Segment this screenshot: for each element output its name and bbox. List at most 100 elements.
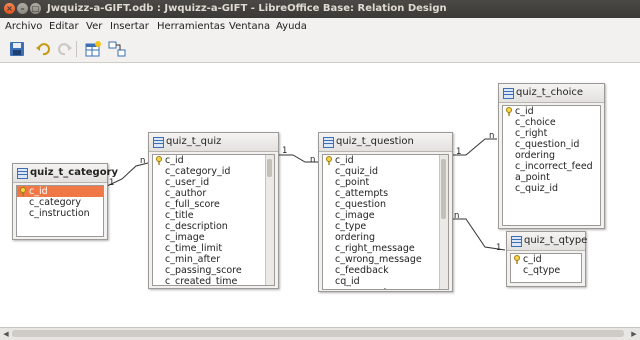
field-item[interactable]: c_time_limit	[153, 243, 222, 254]
field-item[interactable]: c_title	[153, 210, 194, 221]
table-name: quiz_t_question	[336, 136, 414, 147]
scrollbar-thumb[interactable]	[441, 159, 446, 219]
field-item[interactable]: c_id	[503, 106, 534, 117]
redo-icon[interactable]	[56, 40, 74, 58]
field-item[interactable]: c_quiz_id	[503, 183, 558, 194]
field-item[interactable]: c_wrong_message	[323, 254, 422, 265]
relation-cardinality-many: 1	[496, 243, 502, 253]
field-item-selected[interactable]: c_id	[17, 186, 103, 197]
scroll-right-icon[interactable]: ▶	[629, 329, 639, 339]
field-item[interactable]: c_description	[153, 221, 228, 232]
minimize-button[interactable]: –	[17, 3, 28, 14]
field-item[interactable]: c_point	[323, 177, 369, 188]
field-item[interactable]: c_created_time	[153, 276, 237, 285]
field-item[interactable]: c_feedback	[323, 265, 389, 276]
field-list[interactable]: c_id c_category_id c_user_id c_author c_…	[152, 154, 275, 286]
table-window-header[interactable]: quiz_t_choice	[499, 84, 604, 103]
toolbar-separator	[76, 41, 77, 57]
field-item[interactable]: c_question_id	[503, 139, 579, 150]
scrollbar-thumb[interactable]	[267, 159, 272, 177]
field-item[interactable]: c_min_after	[153, 254, 220, 265]
table-icon	[503, 88, 514, 99]
field-item[interactable]: c_author	[153, 188, 206, 199]
field-item[interactable]: cq_id	[323, 276, 360, 287]
field-item[interactable]: c_instruction	[17, 208, 90, 219]
primary-key-icon	[514, 255, 520, 264]
primary-key-icon	[156, 156, 162, 165]
relation-cardinality-many: n	[140, 156, 146, 166]
field-item[interactable]: c_id	[323, 155, 354, 166]
menu-archivo[interactable]: Archivo	[5, 21, 42, 32]
table-window-header[interactable]: quiz_t_question	[319, 133, 452, 152]
field-item[interactable]: c_image	[153, 232, 205, 243]
table-window-quiz-t-choice[interactable]: quiz_t_choice c_id c_choice c_right c_qu…	[498, 83, 605, 229]
field-list-scrollbar[interactable]	[265, 155, 274, 285]
table-window-quiz-t-question[interactable]: quiz_t_question c_id c_quiz_id c_point c…	[318, 132, 453, 292]
field-item[interactable]: ordering	[323, 232, 375, 243]
table-name: quiz_t_qtype	[524, 235, 588, 246]
field-list[interactable]: c_id c_qtype	[510, 253, 582, 283]
field-list[interactable]: c_id c_choice c_right c_question_id orde…	[502, 105, 601, 226]
table-icon	[323, 137, 334, 148]
field-item[interactable]: c_full_score	[153, 199, 220, 210]
table-icon	[153, 137, 164, 148]
primary-key-icon	[20, 187, 26, 196]
toolbar	[0, 36, 640, 63]
field-item[interactable]: c_ques_cat	[323, 287, 387, 289]
menu-ver[interactable]: Ver	[86, 21, 102, 32]
field-item[interactable]: c_image	[323, 210, 375, 221]
table-window-header[interactable]: quiz_t_quiz	[149, 133, 278, 152]
menubar: Archivo Editar Ver Insertar Herramientas…	[0, 18, 640, 36]
relation-cardinality-one: n	[454, 211, 460, 221]
maximize-button[interactable]: □	[30, 3, 41, 14]
field-item[interactable]: c_question	[323, 199, 386, 210]
field-item[interactable]: c_attempts	[323, 188, 388, 199]
field-item[interactable]: c_right	[503, 128, 547, 139]
field-item[interactable]: c_qtype	[511, 265, 560, 276]
table-icon	[17, 168, 28, 179]
field-list-scrollbar[interactable]	[439, 155, 448, 289]
menu-ventana[interactable]: Ventana	[229, 21, 270, 32]
field-list[interactable]: c_id c_category c_instruction	[16, 185, 104, 237]
table-window-header[interactable]: quiz_t_category	[13, 164, 118, 183]
field-list[interactable]: c_id c_quiz_id c_point c_attempts c_ques…	[322, 154, 449, 290]
field-item[interactable]: c_category	[17, 197, 81, 208]
table-icon	[511, 236, 522, 247]
new-relation-icon[interactable]	[108, 40, 126, 58]
table-window-quiz-t-qtype[interactable]: quiz_t_qtype c_id c_qtype	[506, 231, 588, 287]
relation-canvas[interactable]: 1 n 1 n 1 n n 1 quiz_t_category c_id c_c…	[0, 63, 640, 327]
table-window-quiz-t-category[interactable]: quiz_t_category c_id c_category c_instru…	[12, 163, 118, 240]
relation-cardinality-many: n	[489, 131, 495, 141]
menu-ayuda[interactable]: Ayuda	[276, 21, 307, 32]
field-item[interactable]: c_incorrect_feed	[503, 161, 593, 172]
close-button[interactable]: ×	[4, 3, 15, 14]
field-item[interactable]: c_id	[153, 155, 184, 166]
new-table-icon[interactable]	[84, 40, 102, 58]
field-item[interactable]: c_quiz_id	[323, 166, 378, 177]
field-item[interactable]: c_category_id	[153, 166, 230, 177]
menu-herramientas[interactable]: Herramientas	[157, 21, 225, 32]
horizontal-scrollbar[interactable]: ◀ ▶	[0, 327, 640, 340]
table-window-quiz-t-quiz[interactable]: quiz_t_quiz c_id c_category_id c_user_id…	[148, 132, 279, 289]
field-item[interactable]: c_type	[323, 221, 366, 232]
primary-key-icon	[506, 107, 512, 116]
table-name: quiz_t_choice	[516, 87, 584, 98]
field-item[interactable]: ordering	[503, 150, 555, 161]
field-item[interactable]: c_id	[511, 254, 542, 265]
window-title: Jwquizz-a-GIFT.odb : Jwquizz-a-GIFT - Li…	[47, 3, 447, 14]
scrollbar-thumb[interactable]	[12, 330, 624, 337]
save-icon[interactable]	[8, 40, 26, 58]
field-item[interactable]: a_point	[503, 172, 550, 183]
field-item[interactable]: c_right_message	[323, 243, 415, 254]
relation-cardinality-one: 1	[109, 178, 115, 188]
field-item[interactable]: c_user_id	[153, 177, 209, 188]
field-item[interactable]: c_passing_score	[153, 265, 242, 276]
table-window-header[interactable]: quiz_t_qtype	[507, 232, 588, 251]
menu-editar[interactable]: Editar	[49, 21, 79, 32]
window-titlebar: × – □ Jwquizz-a-GIFT.odb : Jwquizz-a-GIF…	[0, 0, 640, 18]
scroll-left-icon[interactable]: ◀	[1, 329, 11, 339]
field-item[interactable]: c_choice	[503, 117, 556, 128]
relation-cardinality-one: 1	[282, 146, 288, 156]
menu-insertar[interactable]: Insertar	[110, 21, 149, 32]
undo-icon[interactable]	[34, 40, 52, 58]
